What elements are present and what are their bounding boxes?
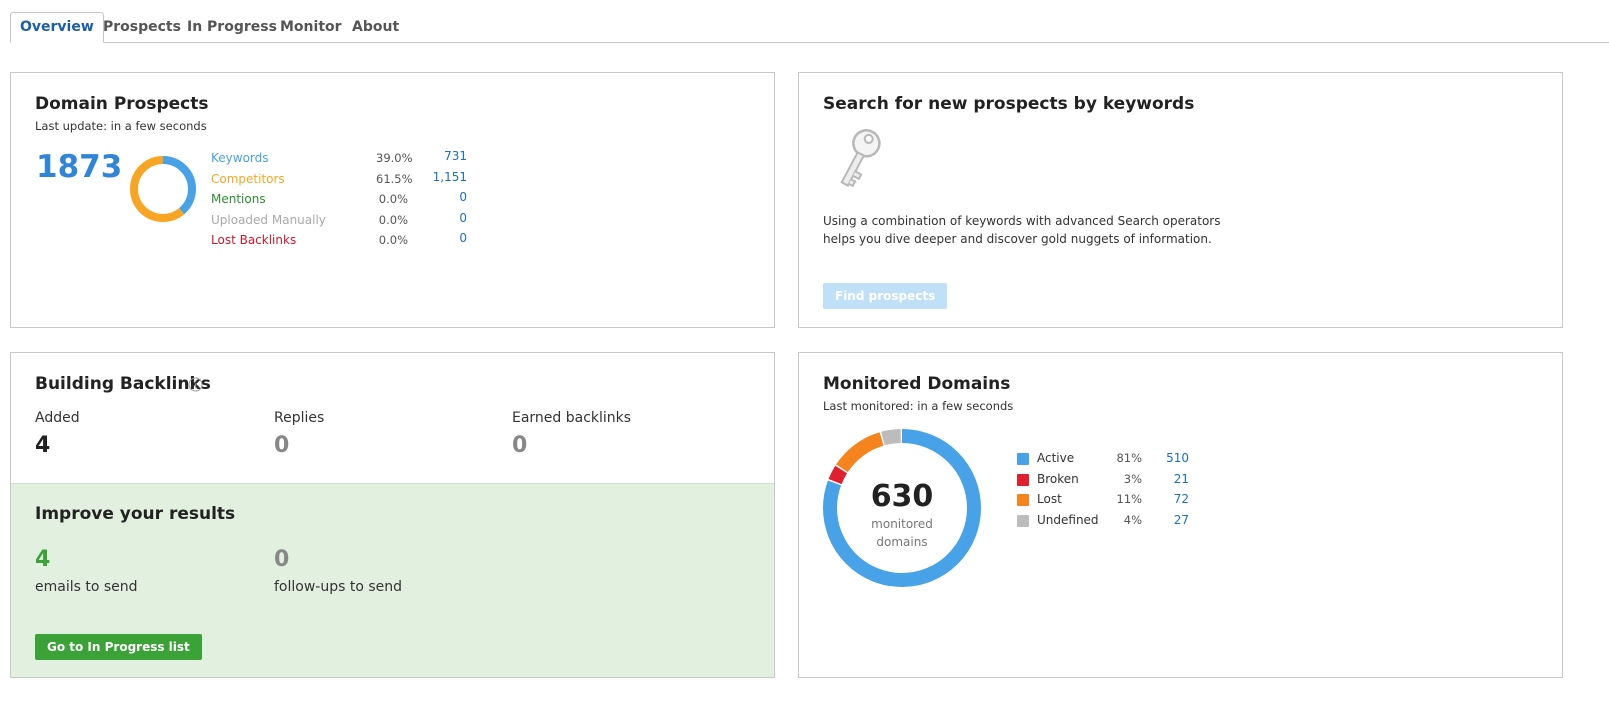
swatch-active xyxy=(1017,453,1029,465)
legend-percent-keywords: 39.0% xyxy=(376,151,413,165)
monitored-label-line-2: domains xyxy=(876,535,928,549)
legend-count-lost-backlinks[interactable]: 0 xyxy=(431,231,467,245)
stat-label-added: Added xyxy=(35,410,80,426)
tab-monitor[interactable]: Monitor xyxy=(271,12,351,43)
improve-results-section: Improve your results 4 emails to send 0 … xyxy=(11,483,774,677)
monitored-domains-total-label: monitored domains xyxy=(822,515,982,551)
monitored-label-line-1: monitored xyxy=(871,517,933,531)
legend-count-mentions[interactable]: 0 xyxy=(431,190,467,204)
monitored-domains-panel: Monitored Domains Last monitored: in a f… xyxy=(798,352,1563,678)
search-prospects-title: Search for new prospects by keywords xyxy=(823,94,1195,114)
legend-percent-lost-backlinks: 0.0% xyxy=(378,233,408,247)
stat-label-earned-backlinks: Earned backlinks xyxy=(512,410,632,426)
tab-bar: Overview Prospects In Progress Monitor A… xyxy=(0,0,1609,44)
monitored-domains-total: 630 xyxy=(870,479,934,514)
monitored-count-undefined[interactable]: 27 xyxy=(1157,513,1189,527)
domain-prospects-title: Domain Prospects xyxy=(35,94,209,114)
tab-about[interactable]: About xyxy=(343,12,408,43)
building-backlinks-title: Building Backlinks xyxy=(35,374,211,394)
monitored-percent-active: 81% xyxy=(1116,451,1142,465)
legend-label-lost-backlinks[interactable]: Lost Backlinks xyxy=(211,233,296,247)
building-backlinks-panel: Building Backlinks Added 4 Replies 0 Ear… xyxy=(10,352,775,678)
monitored-domains-title: Monitored Domains xyxy=(823,374,1011,394)
legend-count-keywords[interactable]: 731 xyxy=(431,149,467,163)
legend-percent-competitors: 61.5% xyxy=(376,172,413,186)
monitored-label-active: Active xyxy=(1037,451,1075,465)
swatch-broken xyxy=(1017,474,1029,486)
tab-prospects[interactable]: Prospects xyxy=(94,12,190,43)
legend-label-uploaded-manually[interactable]: Uploaded Manually xyxy=(211,213,326,227)
monitored-count-broken[interactable]: 21 xyxy=(1157,472,1189,486)
stat-value-earned-backlinks[interactable]: 0 xyxy=(512,433,527,458)
monitored-percent-broken: 3% xyxy=(1123,472,1142,486)
find-prospects-button[interactable]: Find prospects xyxy=(823,283,948,309)
monitored-count-lost[interactable]: 72 xyxy=(1157,492,1189,506)
monitored-label-broken: Broken xyxy=(1037,472,1079,486)
domain-prospects-subtitle: Last update: in a few seconds xyxy=(35,119,207,133)
follow-ups-to-send-label: follow-ups to send xyxy=(274,579,403,595)
monitored-percent-lost: 11% xyxy=(1116,492,1142,506)
legend-percent-uploaded-manually: 0.0% xyxy=(378,213,408,227)
legend-label-competitors[interactable]: Competitors xyxy=(211,172,285,186)
stat-value-replies[interactable]: 0 xyxy=(274,433,289,458)
domain-prospects-donut xyxy=(130,156,196,222)
monitored-count-active[interactable]: 510 xyxy=(1157,451,1189,465)
stat-label-replies: Replies xyxy=(274,410,325,426)
go-to-in-progress-button[interactable]: Go to In Progress list xyxy=(35,634,202,660)
improve-results-title: Improve your results xyxy=(35,504,236,524)
emails-to-send-value[interactable]: 4 xyxy=(35,547,50,572)
search-prospects-panel: Search for new prospects by keywords Usi… xyxy=(798,72,1563,328)
monitored-percent-undefined: 4% xyxy=(1123,513,1142,527)
info-icon[interactable] xyxy=(188,377,203,392)
domain-prospects-total[interactable]: 1873 xyxy=(36,149,122,185)
legend-label-keywords[interactable]: Keywords xyxy=(211,151,269,165)
search-prospects-description: Using a combination of keywords with adv… xyxy=(823,214,1221,246)
tab-overview[interactable]: Overview xyxy=(10,12,104,43)
legend-label-mentions[interactable]: Mentions xyxy=(211,192,266,206)
swatch-lost xyxy=(1017,494,1029,506)
monitored-label-lost: Lost xyxy=(1037,492,1062,506)
legend-count-uploaded-manually[interactable]: 0 xyxy=(431,211,467,225)
monitored-domains-subtitle: Last monitored: in a few seconds xyxy=(823,399,1014,413)
key-icon xyxy=(840,129,881,188)
emails-to-send-label: emails to send xyxy=(35,579,138,595)
legend-count-competitors[interactable]: 1,151 xyxy=(431,170,467,184)
domain-prospects-panel: Domain Prospects Last update: in a few s… xyxy=(10,72,775,328)
legend-percent-mentions: 0.0% xyxy=(378,192,408,206)
follow-ups-to-send-value[interactable]: 0 xyxy=(274,547,289,572)
monitored-label-undefined: Undefined xyxy=(1037,513,1099,527)
stat-value-added[interactable]: 4 xyxy=(35,433,50,458)
tab-in-progress[interactable]: In Progress xyxy=(178,12,286,43)
swatch-undefined xyxy=(1017,515,1029,527)
